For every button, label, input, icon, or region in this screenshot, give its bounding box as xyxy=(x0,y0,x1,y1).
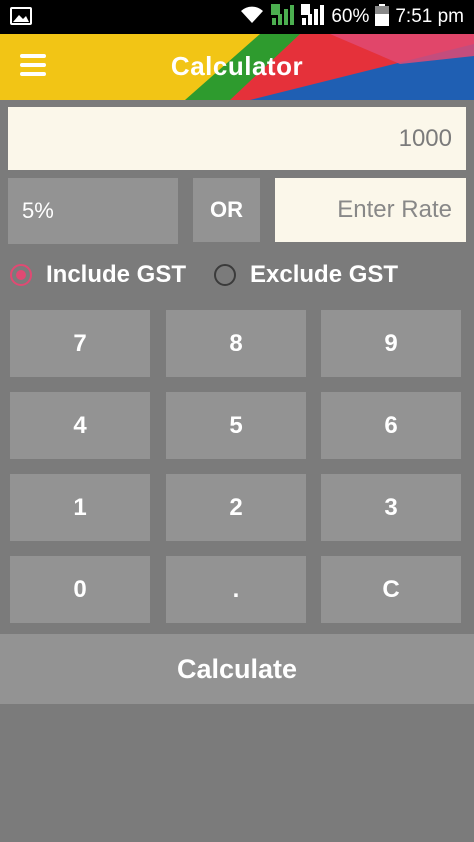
radio-checked-icon xyxy=(10,264,32,286)
rate-selected-value: 5% xyxy=(22,198,54,223)
or-label: OR xyxy=(193,178,260,242)
image-notification-icon xyxy=(10,7,32,30)
key-8[interactable]: 8 xyxy=(166,310,306,377)
key-0[interactable]: 0 xyxy=(10,556,150,623)
amount-value: 1000 xyxy=(398,124,452,152)
rate-input[interactable] xyxy=(275,178,466,242)
rate-dropdown[interactable]: 5% xyxy=(8,178,178,244)
key-7[interactable]: 7 xyxy=(10,310,150,377)
include-gst-radio[interactable]: Include GST xyxy=(10,258,186,292)
include-gst-label: Include GST xyxy=(46,261,187,288)
app-header: Calculator xyxy=(0,34,474,100)
calculate-button[interactable]: Calculate xyxy=(0,634,474,704)
key-decimal[interactable]: . xyxy=(166,556,306,623)
key-2[interactable]: 2 xyxy=(166,474,306,541)
key-6[interactable]: 6 xyxy=(321,392,461,459)
key-clear[interactable]: C xyxy=(321,556,461,623)
signal-sim2-icon xyxy=(301,3,325,31)
key-4[interactable]: 4 xyxy=(10,392,150,459)
battery-icon xyxy=(375,3,390,31)
wifi-icon xyxy=(239,5,265,30)
key-1[interactable]: 1 xyxy=(10,474,150,541)
radio-unchecked-icon xyxy=(214,264,236,286)
clock: 7:51 pm xyxy=(395,6,464,27)
status-bar: 60% 7:51 pm xyxy=(0,0,474,34)
amount-display[interactable]: 1000 xyxy=(8,107,466,170)
key-9[interactable]: 9 xyxy=(321,310,461,377)
battery-percent: 60% xyxy=(331,6,370,27)
key-3[interactable]: 3 xyxy=(321,474,461,541)
key-5[interactable]: 5 xyxy=(166,392,306,459)
exclude-gst-label: Exclude GST xyxy=(250,261,399,288)
exclude-gst-radio[interactable]: Exclude GST xyxy=(214,258,398,292)
page-title: Calculator xyxy=(170,51,304,81)
signal-sim1-icon xyxy=(271,3,295,31)
